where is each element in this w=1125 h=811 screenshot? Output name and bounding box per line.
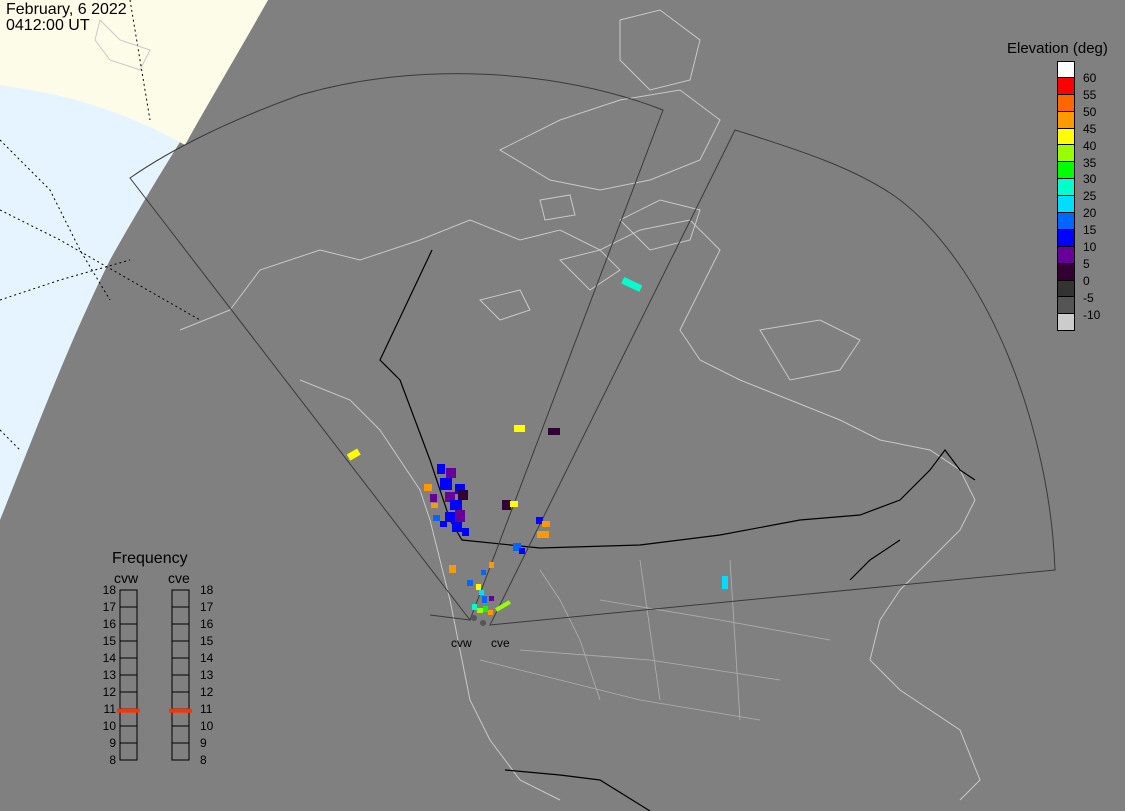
boundaries xyxy=(479,559,831,721)
gauge-cell-cvw xyxy=(119,674,138,693)
colorbar-swatch xyxy=(1057,196,1075,214)
colorbar-label: 60 xyxy=(1083,71,1097,85)
colorbar-swatch xyxy=(1057,263,1075,281)
colorbar-swatch xyxy=(1057,246,1075,264)
gauge-cell-cve xyxy=(171,623,190,642)
gauge-cell-cvw xyxy=(119,606,138,625)
gauge-cell-cve xyxy=(171,725,190,744)
colorbar-label: -10 xyxy=(1083,307,1101,322)
gauge-cell-cvw xyxy=(119,589,138,608)
site-label-cve: cve xyxy=(491,636,510,650)
frequency-tick-right: 12 xyxy=(200,685,214,699)
frequency-tick-right: 16 xyxy=(200,617,214,631)
frequency-tick-left: 16 xyxy=(102,617,116,631)
gauge-cell-cve xyxy=(171,657,190,676)
colorbar-swatch xyxy=(1057,77,1075,95)
gauge-cell-cve xyxy=(171,606,190,625)
frequency-tick-left: 8 xyxy=(109,753,116,767)
colorbar-label: 25 xyxy=(1083,189,1097,204)
frequency-tick-right: 18 xyxy=(200,583,214,597)
colorbar-swatch xyxy=(1057,61,1075,78)
colorbar-swatch xyxy=(1057,229,1075,247)
frequency-tick-left: 9 xyxy=(109,736,116,750)
radar-fov xyxy=(129,73,1056,626)
colorbar-label: 10 xyxy=(1083,240,1097,254)
colorbar-label: 35 xyxy=(1083,155,1097,170)
colorbar-swatch xyxy=(1057,314,1075,332)
radar-site-cvw xyxy=(471,615,477,621)
colorbar-label: 5 xyxy=(1083,256,1090,271)
frequency-tick-right: 8 xyxy=(200,753,207,767)
gauge-cell-cvw xyxy=(119,623,138,642)
frequency-tick-left: 11 xyxy=(103,702,116,716)
frequency-tick-right: 13 xyxy=(200,668,214,682)
country-borders xyxy=(379,249,976,811)
frequency-tick-right: 15 xyxy=(200,634,214,648)
colorbar-label: 50 xyxy=(1083,104,1097,119)
frequency-tick-right: 11 xyxy=(200,702,213,716)
date-label: February, 6 2022 xyxy=(6,1,127,18)
radar-site-cve xyxy=(480,620,486,626)
colorbar-label: 15 xyxy=(1083,223,1097,238)
colorbar-label: 20 xyxy=(1083,206,1097,221)
colorbar-label: -5 xyxy=(1083,290,1094,305)
gauge-cell-cve xyxy=(171,589,190,608)
frequency-marker-cvw xyxy=(117,708,140,713)
frequency-tick-right: 17 xyxy=(200,600,214,614)
gauge-cell-cvw xyxy=(119,640,138,659)
time-label: 0412:00 UT xyxy=(6,17,90,34)
frequency-tick-left: 10 xyxy=(102,719,116,733)
frequency-marker-cve xyxy=(169,708,192,713)
gauge-cell-cve xyxy=(171,742,190,761)
frequency-tick-right: 9 xyxy=(200,736,207,750)
colorbar-swatch xyxy=(1057,111,1075,129)
colorbar-swatch xyxy=(1057,213,1075,230)
colorbar-swatch xyxy=(1057,145,1075,163)
frequency-tick-left: 18 xyxy=(102,583,116,597)
gauge-cell-cve xyxy=(171,640,190,659)
frequency-tick-right: 14 xyxy=(200,651,214,665)
colorbar-swatch xyxy=(1057,128,1075,146)
frequency-tick-left: 15 xyxy=(102,634,116,648)
gauge-cell-cve xyxy=(171,674,190,693)
colorbar-label: 45 xyxy=(1083,121,1097,136)
frequency-tick-left: 17 xyxy=(102,600,116,614)
coastlines xyxy=(179,9,981,801)
frequency-title: Frequency xyxy=(112,550,188,567)
frequency-tick-left: 12 xyxy=(102,685,116,699)
frequency-tick-left: 14 xyxy=(102,651,116,665)
echoes xyxy=(346,277,728,615)
gauge-cell-cvw xyxy=(119,725,138,744)
gauge-cell-cvw xyxy=(119,657,138,676)
map-view: February, 6 2022 0412:00 UT Elevation (d… xyxy=(0,0,1125,811)
colorbar-swatch xyxy=(1057,179,1075,197)
gauge-cell-cvw xyxy=(119,742,138,761)
elevation-colorbar xyxy=(1057,61,1075,332)
colorbar-label: 0 xyxy=(1083,273,1090,288)
gauge-cell-cvw xyxy=(119,691,138,710)
frequency-tick-right: 10 xyxy=(200,719,214,733)
site-label-cvw: cvw xyxy=(451,636,472,650)
colorbar-swatch xyxy=(1057,162,1075,180)
colorbar-swatch xyxy=(1057,94,1075,112)
colorbar-swatch xyxy=(1057,297,1075,315)
gauge-cell-cve xyxy=(171,691,190,710)
colorbar-label: 30 xyxy=(1083,172,1097,187)
legend-title: Elevation (deg) xyxy=(1007,40,1108,57)
colorbar-label: 40 xyxy=(1083,138,1097,153)
colorbar-label: 55 xyxy=(1083,87,1097,102)
frequency-tick-left: 13 xyxy=(102,668,116,682)
colorbar-swatch xyxy=(1057,280,1075,298)
